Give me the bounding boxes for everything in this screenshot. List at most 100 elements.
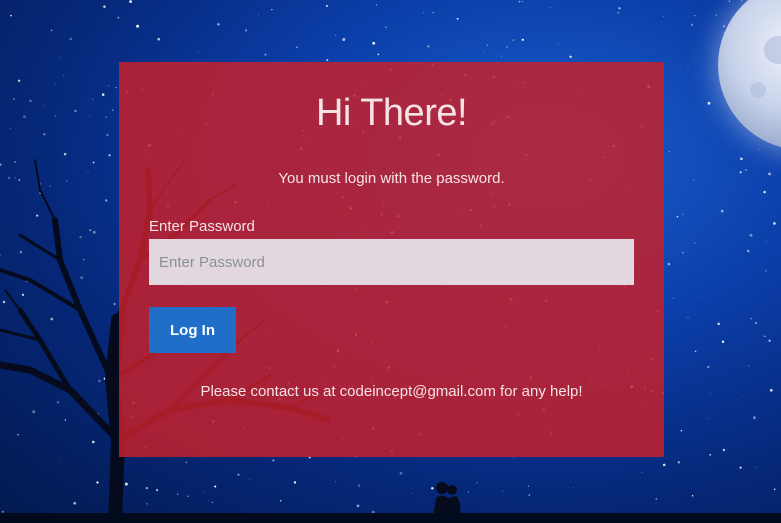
star <box>693 179 695 181</box>
star <box>756 446 758 448</box>
star <box>617 11 620 14</box>
star <box>357 484 361 487</box>
star <box>750 317 752 320</box>
star <box>423 12 425 14</box>
help-contact-text: Please contact us at codeincept@gmail.co… <box>200 383 583 400</box>
star <box>129 0 132 3</box>
star <box>697 296 699 298</box>
star <box>707 418 709 420</box>
ground <box>0 513 781 523</box>
star <box>411 492 413 494</box>
star <box>755 466 757 468</box>
star <box>117 16 120 19</box>
star <box>29 99 32 103</box>
star <box>264 53 267 56</box>
star <box>108 85 110 86</box>
login-card: Hi There! You must login with the passwo… <box>119 62 664 457</box>
star <box>63 74 65 76</box>
star <box>687 317 689 319</box>
star <box>427 45 430 48</box>
star <box>763 335 766 338</box>
star <box>432 11 434 14</box>
star <box>721 340 725 344</box>
star <box>687 67 689 69</box>
star <box>326 59 329 62</box>
star <box>528 485 530 487</box>
star <box>667 262 671 266</box>
star <box>10 127 11 129</box>
star <box>715 14 718 16</box>
star <box>103 5 106 8</box>
star <box>707 101 711 105</box>
login-instructions: You must login with the password. <box>278 170 505 187</box>
star <box>763 190 766 194</box>
star <box>668 150 670 152</box>
star <box>752 416 756 420</box>
star <box>758 148 760 150</box>
star <box>740 157 743 161</box>
star <box>691 23 694 26</box>
star <box>74 109 77 113</box>
star <box>755 322 757 324</box>
star <box>694 350 697 353</box>
star <box>23 115 26 119</box>
star <box>572 486 574 488</box>
star <box>506 46 508 48</box>
star <box>483 51 485 53</box>
password-label: Enter Password <box>149 218 255 235</box>
page-title: Hi There! <box>315 92 468 134</box>
star <box>769 388 773 392</box>
star <box>558 43 560 44</box>
star <box>356 504 360 508</box>
star <box>198 51 199 53</box>
star <box>746 249 750 253</box>
star <box>111 109 114 112</box>
star <box>522 0 524 3</box>
star <box>377 53 380 56</box>
star <box>510 3 512 5</box>
star <box>773 488 776 491</box>
star <box>745 169 747 171</box>
background-scene: Hi There! You must login with the passwo… <box>0 0 781 523</box>
star <box>709 453 712 456</box>
star <box>257 14 259 15</box>
star <box>295 46 298 49</box>
password-input[interactable] <box>149 239 634 285</box>
star <box>549 7 551 9</box>
star <box>131 19 133 20</box>
star <box>672 297 675 299</box>
star <box>765 270 767 272</box>
star <box>741 0 743 2</box>
star <box>486 44 489 46</box>
star <box>709 393 711 395</box>
star <box>707 365 710 369</box>
login-button[interactable]: Log In <box>149 307 236 353</box>
star <box>342 38 346 41</box>
star <box>43 133 46 136</box>
star <box>376 4 378 6</box>
star <box>655 498 658 500</box>
star <box>717 322 720 326</box>
star <box>476 482 478 484</box>
star <box>749 268 750 270</box>
star <box>682 213 684 215</box>
star <box>749 233 753 237</box>
star <box>54 84 56 85</box>
star <box>217 23 220 26</box>
star <box>325 5 328 7</box>
star <box>44 104 46 106</box>
star <box>13 98 15 100</box>
star <box>385 26 387 28</box>
star <box>512 39 515 41</box>
star <box>58 56 61 58</box>
star <box>641 471 643 473</box>
star <box>739 466 742 469</box>
star <box>671 421 672 423</box>
star <box>105 116 108 118</box>
star <box>157 37 160 41</box>
star <box>739 171 742 174</box>
star <box>5 101 6 102</box>
star <box>115 86 117 89</box>
star <box>722 448 726 452</box>
star <box>677 461 680 464</box>
